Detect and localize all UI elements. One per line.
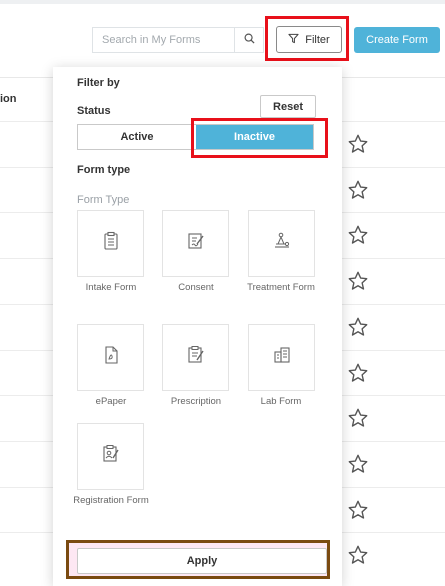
inactive-highlight <box>191 118 328 158</box>
create-form-button[interactable]: Create Form <box>354 27 440 53</box>
search-input[interactable] <box>93 28 234 52</box>
form-type-label-lab: Lab Form <box>260 396 302 407</box>
status-option-active[interactable]: Active <box>78 125 196 149</box>
favorite-star-icon[interactable] <box>347 453 369 475</box>
favorite-star-icon[interactable] <box>347 270 369 292</box>
status-label: Status <box>77 105 111 117</box>
filter-panel-title: Filter by <box>77 77 120 89</box>
form-type-label-treatment: Treatment Form <box>247 282 315 293</box>
favorite-star-icon[interactable] <box>347 133 369 155</box>
form-type-heading: Form type <box>77 164 131 176</box>
search-box[interactable] <box>92 27 264 53</box>
form-type-tile-intake[interactable] <box>77 210 144 277</box>
form-type-tile-lab[interactable] <box>248 324 315 391</box>
favorite-star-icon[interactable] <box>347 316 369 338</box>
favorite-star-icon[interactable] <box>347 362 369 384</box>
status-option-active-label: Active <box>120 131 154 143</box>
column-header-partial: ion <box>0 93 17 105</box>
form-type-tile-epaper[interactable] <box>77 324 144 391</box>
favorite-star-icon[interactable] <box>347 224 369 246</box>
lab-icon <box>272 345 292 370</box>
clipboard-icon <box>102 231 120 256</box>
prescription-icon <box>186 345 206 370</box>
signature-icon <box>186 231 206 256</box>
reset-button-label: Reset <box>273 100 303 113</box>
top-strip <box>0 0 445 4</box>
registration-icon <box>101 444 121 469</box>
apply-button-label: Apply <box>186 555 218 567</box>
reset-button[interactable]: Reset <box>260 95 316 118</box>
filter-button-label: Filter <box>305 33 330 46</box>
create-form-label: Create Form <box>366 34 428 46</box>
form-type-label-registration: Registration Form <box>73 495 149 506</box>
search-button[interactable] <box>234 28 263 52</box>
form-type-tile-treatment[interactable] <box>248 210 315 277</box>
search-icon <box>244 31 255 49</box>
form-type-tile-consent[interactable] <box>162 210 229 277</box>
treatment-icon <box>272 231 292 256</box>
favorite-star-icon[interactable] <box>347 407 369 429</box>
form-type-subheading: Form Type <box>77 194 130 206</box>
funnel-icon <box>288 33 299 47</box>
form-type-tile-registration[interactable] <box>77 423 144 490</box>
favorite-star-icon[interactable] <box>347 544 369 566</box>
favorite-star-icon[interactable] <box>347 179 369 201</box>
apply-button[interactable]: Apply <box>77 548 327 574</box>
pdf-icon <box>102 345 120 370</box>
favorite-star-icon[interactable] <box>347 499 369 521</box>
form-type-tile-prescription[interactable] <box>162 324 229 391</box>
filter-panel: Filter by Status Reset Active Inactive F… <box>53 67 342 586</box>
filter-button[interactable]: Filter <box>276 26 342 53</box>
